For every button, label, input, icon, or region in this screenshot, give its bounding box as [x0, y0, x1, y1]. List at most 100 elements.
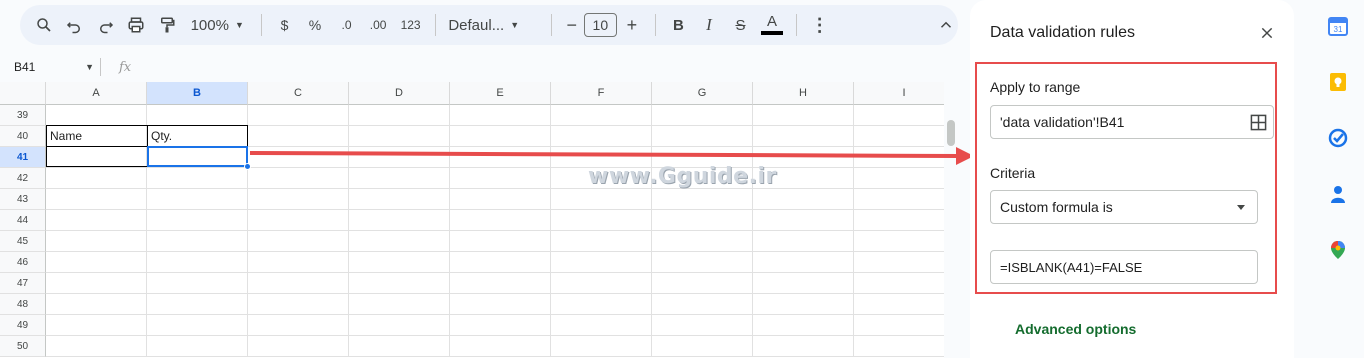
grid-cell[interactable]	[349, 315, 450, 336]
maps-icon[interactable]	[1328, 240, 1348, 260]
grid-cell[interactable]	[147, 210, 248, 231]
percent-button[interactable]: %	[299, 10, 331, 40]
grid-cell[interactable]	[46, 189, 147, 210]
select-all-corner[interactable]	[0, 82, 46, 105]
select-range-icon[interactable]	[1250, 114, 1267, 131]
cell-a40[interactable]: Name	[46, 125, 148, 147]
formula-input[interactable]: =ISBLANK(A41)=FALSE	[990, 250, 1258, 284]
row-header-50[interactable]: 50	[0, 336, 46, 357]
grid-cell[interactable]	[46, 294, 147, 315]
number-format-button[interactable]: 123	[394, 10, 428, 40]
font-size-increase-button[interactable]: +	[617, 10, 647, 40]
zoom-select[interactable]: 100% ▼	[182, 10, 253, 40]
name-box[interactable]: B41 ▼	[0, 60, 100, 74]
grid-cell[interactable]	[349, 189, 450, 210]
grid-cell[interactable]	[652, 105, 753, 126]
row-header-48[interactable]: 48	[0, 294, 46, 315]
grid-cell[interactable]	[753, 294, 854, 315]
grid-cell[interactable]	[450, 168, 551, 189]
grid-cell[interactable]	[753, 231, 854, 252]
grid-cell[interactable]	[248, 231, 349, 252]
row-header-43[interactable]: 43	[0, 189, 46, 210]
search-icon[interactable]	[30, 10, 58, 40]
grid-cell[interactable]	[450, 252, 551, 273]
grid-cell[interactable]	[753, 210, 854, 231]
grid-cell[interactable]	[551, 252, 652, 273]
font-size-decrease-button[interactable]: −	[560, 10, 584, 40]
undo-icon[interactable]	[58, 10, 92, 40]
grid-cell[interactable]	[147, 336, 248, 357]
column-header-i[interactable]: I	[854, 82, 944, 105]
grid-cell[interactable]	[652, 294, 753, 315]
cell-b40[interactable]: Qty.	[147, 125, 248, 147]
row-header-40[interactable]: 40	[0, 126, 46, 147]
more-options-button[interactable]: ⋮	[805, 10, 835, 40]
grid-cell[interactable]	[248, 105, 349, 126]
grid-cell[interactable]	[46, 105, 147, 126]
grid-cell[interactable]	[147, 273, 248, 294]
grid-cell[interactable]	[652, 336, 753, 357]
redo-icon[interactable]	[91, 10, 121, 40]
grid-cell[interactable]	[854, 210, 944, 231]
grid-cell[interactable]	[652, 189, 753, 210]
grid-cell[interactable]	[450, 294, 551, 315]
grid-cell[interactable]	[753, 336, 854, 357]
column-header-a[interactable]: A	[46, 82, 147, 105]
grid-cell[interactable]	[46, 168, 147, 189]
selected-cell-b41[interactable]	[147, 146, 248, 167]
grid-cell[interactable]	[551, 273, 652, 294]
grid-cell[interactable]	[450, 231, 551, 252]
grid-cell[interactable]	[248, 315, 349, 336]
sheet-grid[interactable]: ABCDEFGHI 39 40 41 42 43 44 45 46 47 48 49 50 Name …	[0, 82, 944, 358]
bold-button[interactable]: B	[664, 10, 694, 40]
grid-cell[interactable]	[349, 336, 450, 357]
grid-cell[interactable]	[450, 105, 551, 126]
grid-cell[interactable]	[46, 252, 147, 273]
grid-cell[interactable]	[349, 210, 450, 231]
grid-cell[interactable]	[349, 231, 450, 252]
grid-cell[interactable]	[450, 315, 551, 336]
font-select[interactable]: Defaul... ▼	[444, 10, 543, 40]
grid-cell[interactable]	[753, 315, 854, 336]
grid-cell[interactable]	[854, 294, 944, 315]
grid-cell[interactable]	[854, 315, 944, 336]
grid-cell[interactable]	[854, 231, 944, 252]
grid-cell[interactable]	[248, 273, 349, 294]
grid-cell[interactable]	[248, 294, 349, 315]
strikethrough-button[interactable]: S	[725, 10, 757, 40]
grid-cell[interactable]	[46, 231, 147, 252]
criteria-dropdown[interactable]: Custom formula is	[990, 190, 1258, 224]
grid-cell[interactable]	[652, 231, 753, 252]
grid-cell[interactable]	[349, 105, 450, 126]
decrease-decimal-button[interactable]: .0	[331, 10, 363, 40]
grid-cell[interactable]	[753, 105, 854, 126]
grid-cell[interactable]	[551, 189, 652, 210]
row-header-46[interactable]: 46	[0, 252, 46, 273]
grid-cell[interactable]	[854, 273, 944, 294]
paint-format-icon[interactable]	[152, 10, 182, 40]
row-header-44[interactable]: 44	[0, 210, 46, 231]
grid-cell[interactable]	[147, 252, 248, 273]
grid-cell[interactable]	[652, 210, 753, 231]
grid-cell[interactable]	[450, 210, 551, 231]
contacts-icon[interactable]	[1328, 184, 1348, 204]
grid-cell[interactable]	[450, 189, 551, 210]
column-header-b[interactable]: B	[147, 82, 248, 105]
grid-cell[interactable]	[753, 252, 854, 273]
grid-cell[interactable]	[551, 210, 652, 231]
grid-cell[interactable]	[46, 273, 147, 294]
collapse-toolbar-button[interactable]	[934, 10, 958, 40]
row-header-42[interactable]: 42	[0, 168, 46, 189]
row-header-49[interactable]: 49	[0, 315, 46, 336]
font-size-input[interactable]: 10	[583, 13, 618, 37]
cell-a41[interactable]	[46, 146, 148, 167]
grid-cell[interactable]	[551, 294, 652, 315]
column-header-c[interactable]: C	[248, 82, 349, 105]
grid-cell[interactable]	[248, 252, 349, 273]
keep-icon[interactable]	[1328, 72, 1348, 92]
grid-cell[interactable]	[349, 168, 450, 189]
text-color-button[interactable]: A	[756, 10, 788, 40]
grid-cell[interactable]	[753, 273, 854, 294]
row-header-47[interactable]: 47	[0, 273, 46, 294]
row-header-45[interactable]: 45	[0, 231, 46, 252]
